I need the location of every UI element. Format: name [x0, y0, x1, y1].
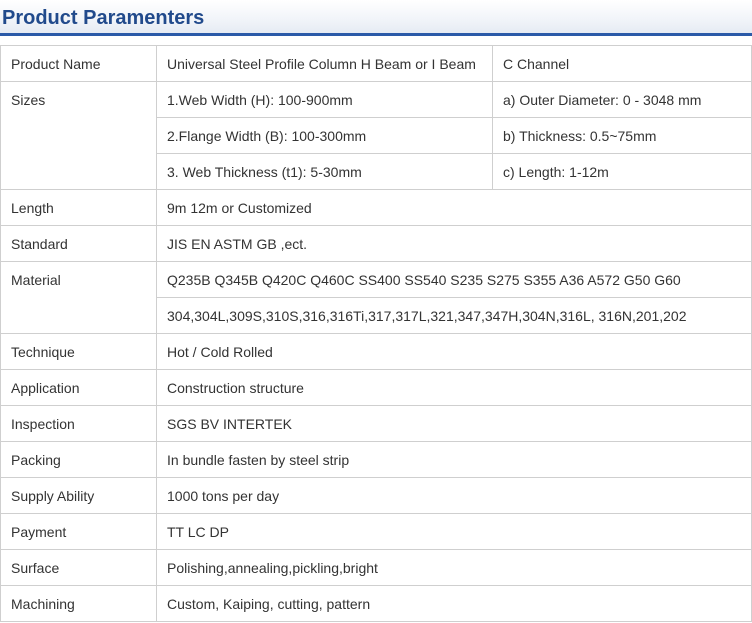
sizes-web-width: 1.Web Width (H): 100-900mm: [156, 81, 493, 118]
row-label: Supply Ability: [0, 477, 157, 514]
row-label: Standard: [0, 225, 157, 262]
table-row-product-name: Product Name Universal Steel Profile Col…: [0, 45, 752, 82]
surface-value: Polishing,annealing,pickling,bright: [156, 549, 752, 586]
length-value: 9m 12m or Customized: [156, 189, 752, 226]
row-label: Packing: [0, 441, 157, 478]
sizes-thickness: b) Thickness: 0.5~75mm: [492, 117, 752, 154]
row-label: Technique: [0, 333, 157, 370]
table-row-technique: Technique Hot / Cold Rolled: [0, 333, 752, 370]
section-header: Product Paramenters: [0, 0, 752, 36]
row-label: Surface: [0, 549, 157, 586]
table-row-packing: Packing In bundle fasten by steel strip: [0, 441, 752, 478]
table-row-supply-ability: Supply Ability 1000 tons per day: [0, 477, 752, 514]
table-row-surface: Surface Polishing,annealing,pickling,bri…: [0, 549, 752, 586]
supply-ability-value: 1000 tons per day: [156, 477, 752, 514]
standard-value: JIS EN ASTM GB ,ect.: [156, 225, 752, 262]
sizes-length: c) Length: 1-12m: [492, 153, 752, 190]
table-row-application: Application Construction structure: [0, 369, 752, 406]
product-name-value-alt: C Channel: [492, 45, 752, 82]
table-row-sizes: Sizes 1.Web Width (H): 100-900mm a) Oute…: [0, 81, 752, 190]
row-label: Length: [0, 189, 157, 226]
row-label: Payment: [0, 513, 157, 550]
section-title: Product Paramenters: [2, 7, 205, 29]
machining-value: Custom, Kaiping, cutting, pattern: [156, 585, 752, 622]
parameters-table: Product Name Universal Steel Profile Col…: [0, 45, 752, 622]
table-row-material: Material Q235B Q345B Q420C Q460C SS400 S…: [0, 261, 752, 334]
row-label: Sizes: [0, 81, 157, 190]
parameters-table-wrapper: Product Name Universal Steel Profile Col…: [0, 45, 752, 622]
sizes-outer-diameter: a) Outer Diameter: 0 - 3048 mm: [492, 81, 752, 118]
table-row-standard: Standard JIS EN ASTM GB ,ect.: [0, 225, 752, 262]
sizes-web-thickness: 3. Web Thickness (t1): 5-30mm: [156, 153, 493, 190]
packing-value: In bundle fasten by steel strip: [156, 441, 752, 478]
row-label: Inspection: [0, 405, 157, 442]
material-carbon-grades: Q235B Q345B Q420C Q460C SS400 SS540 S235…: [156, 261, 752, 298]
sizes-flange-width: 2.Flange Width (B): 100-300mm: [156, 117, 493, 154]
application-value: Construction structure: [156, 369, 752, 406]
product-name-value: Universal Steel Profile Column H Beam or…: [156, 45, 493, 82]
row-label: Material: [0, 261, 157, 334]
table-row-machining: Machining Custom, Kaiping, cutting, patt…: [0, 585, 752, 622]
row-label: Application: [0, 369, 157, 406]
technique-value: Hot / Cold Rolled: [156, 333, 752, 370]
payment-value: TT LC DP: [156, 513, 752, 550]
row-label: Machining: [0, 585, 157, 622]
table-row-inspection: Inspection SGS BV INTERTEK: [0, 405, 752, 442]
title-underline: [0, 33, 752, 36]
row-label: Product Name: [0, 45, 157, 82]
inspection-value: SGS BV INTERTEK: [156, 405, 752, 442]
table-row-payment: Payment TT LC DP: [0, 513, 752, 550]
table-row-length: Length 9m 12m or Customized: [0, 189, 752, 226]
material-stainless-grades: 304,304L,309S,310S,316,316Ti,317,317L,32…: [156, 297, 752, 334]
